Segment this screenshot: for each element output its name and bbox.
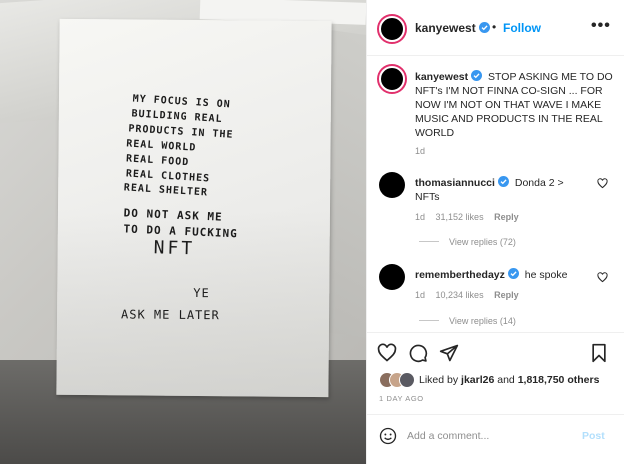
avatar[interactable]: [379, 172, 405, 198]
likes-text: Liked by jkarl26 and 1,818,750 others: [419, 374, 600, 386]
liked-by-user[interactable]: jkarl26: [461, 374, 494, 386]
likes-count[interactable]: 1,818,750 others: [518, 374, 600, 386]
comment-username[interactable]: thomasiannucci: [415, 176, 509, 189]
comment-meta: 1d 10,234 likes Reply: [415, 290, 527, 300]
separator-dot: •: [492, 20, 497, 34]
avatar[interactable]: [379, 16, 405, 42]
note-ask-me-later: ASK ME LATER: [121, 307, 220, 323]
comment-meta: 1d 31,152 likes Reply: [415, 212, 527, 222]
comment-likes[interactable]: 31,152 likes: [436, 212, 484, 222]
follow-button[interactable]: Follow: [503, 21, 541, 35]
verified-icon: [471, 70, 483, 81]
caption-text: kanyewest STOP ASKING ME TO DO NFT's I'M…: [415, 70, 615, 140]
comment-item: thomasiannucci Donda 2 > NFTs 1d 31,152 …: [367, 172, 624, 252]
verified-icon: [497, 176, 509, 187]
caption-username[interactable]: kanyewest: [415, 70, 483, 83]
comment-text: thomasiannucci Donda 2 > NFTs: [415, 176, 585, 204]
verified-icon: [507, 268, 519, 279]
verified-icon: [478, 22, 490, 33]
author-username[interactable]: kanyewest: [415, 21, 490, 35]
reply-button[interactable]: Reply: [494, 290, 519, 300]
view-replies-button[interactable]: View replies (14): [419, 316, 516, 326]
avatar[interactable]: [379, 264, 405, 290]
heart-icon[interactable]: [377, 343, 397, 363]
comment-heart-icon[interactable]: [597, 178, 608, 189]
bookmark-icon[interactable]: [589, 343, 609, 363]
post-header: kanyewest • Follow •••: [367, 0, 624, 56]
handwritten-note-paper: MY FOCUS IS ON BUILDING REAL PRODUCTS IN…: [56, 18, 332, 398]
post-side-panel: kanyewest • Follow ••• kanyewest STOP AS…: [366, 0, 624, 464]
add-comment-input[interactable]: [407, 428, 567, 444]
post-photo[interactable]: MY FOCUS IS ON BUILDING REAL PRODUCTS IN…: [0, 0, 366, 464]
view-replies-button[interactable]: View replies (72): [419, 237, 516, 247]
comment-time: 1d: [415, 290, 426, 300]
caption-time: 1d: [415, 146, 426, 156]
comment-text: rememberthedayz he spoke: [415, 268, 585, 282]
more-icon[interactable]: •••: [591, 17, 613, 35]
comment-username[interactable]: rememberthedayz: [415, 268, 519, 281]
avatar[interactable]: [379, 66, 405, 92]
comment-body: he spoke: [524, 269, 568, 281]
emoji-icon[interactable]: [379, 427, 397, 445]
post-comment-button[interactable]: Post: [582, 430, 605, 442]
liker-avatars: [379, 372, 419, 388]
add-comment-bar: Post: [367, 414, 624, 456]
share-icon[interactable]: [439, 343, 459, 363]
post-actions-bar: [367, 332, 624, 372]
likes-summary: Liked by jkarl26 and 1,818,750 others: [379, 372, 619, 390]
reply-button[interactable]: Reply: [494, 212, 519, 222]
avatar[interactable]: [399, 372, 415, 388]
post-timestamp[interactable]: 1 DAY AGO: [379, 394, 424, 403]
instagram-post-window: MY FOCUS IS ON BUILDING REAL PRODUCTS IN…: [0, 0, 624, 464]
comment-likes[interactable]: 10,234 likes: [436, 290, 484, 300]
note-ye: YE: [193, 285, 210, 301]
note-nft: NFT: [153, 237, 196, 260]
comment-time: 1d: [415, 212, 426, 222]
comment-icon[interactable]: [408, 343, 428, 363]
comment-heart-icon[interactable]: [597, 272, 608, 283]
